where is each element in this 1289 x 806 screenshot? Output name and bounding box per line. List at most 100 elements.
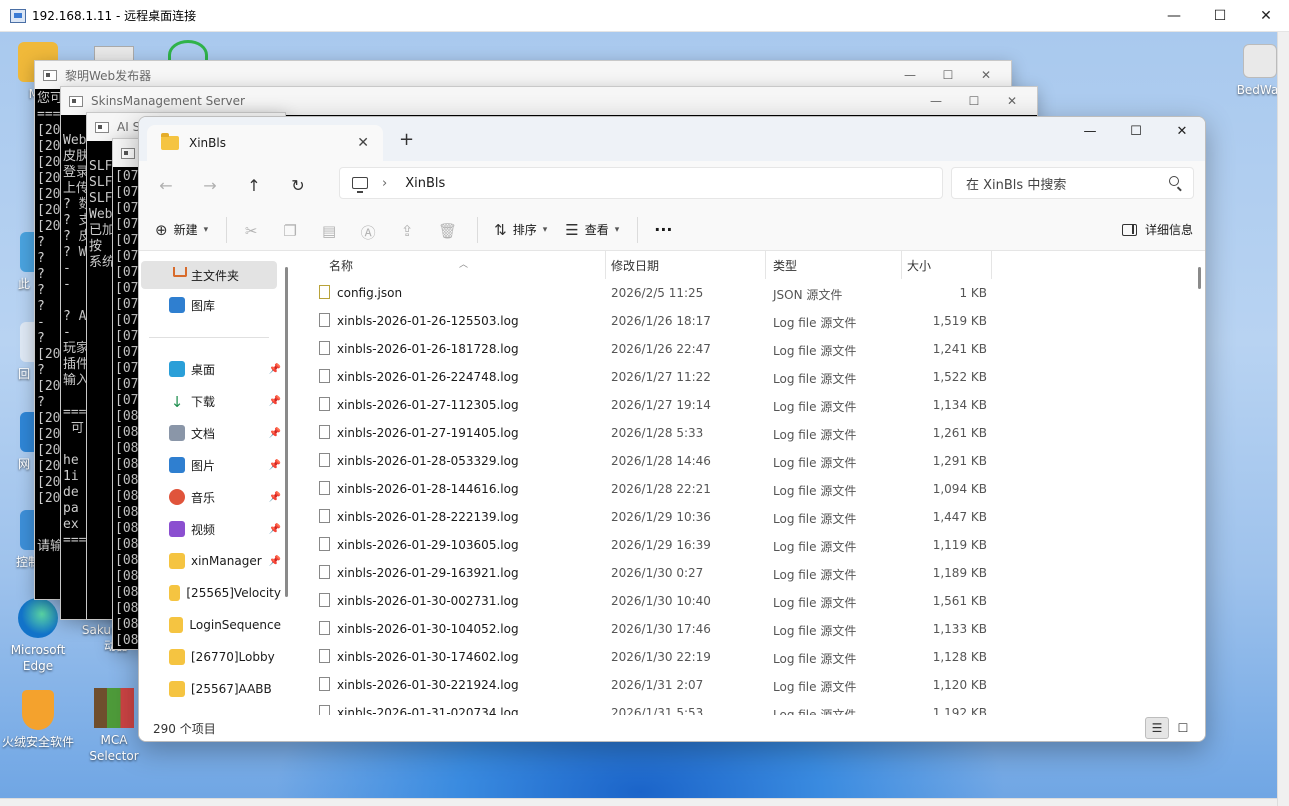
- address-bar[interactable]: › XinBls: [339, 167, 943, 199]
- file-size: 1,120 KB: [932, 678, 987, 692]
- file-list-scrollbar[interactable]: [1198, 267, 1201, 289]
- sidebar-item-home[interactable]: 主文件夹: [141, 261, 277, 289]
- file-size: 1,561 KB: [932, 594, 987, 608]
- sidebar-item-documents[interactable]: 文档 📌: [169, 419, 281, 447]
- column-divider[interactable]: [991, 251, 992, 279]
- file-size: 1,128 KB: [932, 650, 987, 664]
- search-input[interactable]: 在 XinBls 中搜索: [951, 167, 1194, 199]
- close-icon[interactable]: ✕: [1243, 0, 1289, 32]
- rdp-horizontal-scrollbar[interactable]: [0, 798, 1277, 806]
- desktop-icon-huorong[interactable]: 火绒安全软件: [0, 690, 76, 750]
- file-row[interactable]: xinbls-2026-01-26-125503.log 2026/1/26 18…: [297, 307, 1177, 335]
- refresh-icon[interactable]: ↻: [281, 168, 315, 202]
- pin-icon[interactable]: 📌: [269, 460, 281, 471]
- tiles-view-icon[interactable]: ☐: [1171, 717, 1195, 739]
- pin-icon[interactable]: 📌: [269, 428, 281, 439]
- maximize-icon[interactable]: ☐: [1197, 0, 1243, 32]
- file-row[interactable]: xinbls-2026-01-29-103605.log 2026/1/29 16…: [297, 531, 1177, 559]
- rdp-window-title: 192.168.1.11 - 远程桌面连接: [32, 9, 197, 23]
- file-type: Log file 源文件: [773, 708, 857, 715]
- sidebar-item-folder[interactable]: [26770]Lobby: [169, 643, 281, 671]
- file-date: 2026/1/28 14:46: [611, 454, 711, 468]
- maximize-icon[interactable]: ☐: [955, 87, 993, 115]
- sidebar-item-folder[interactable]: [25567]AABB: [169, 675, 281, 703]
- sidebar-scrollbar[interactable]: [285, 267, 288, 597]
- maximize-icon[interactable]: ☐: [1113, 117, 1159, 145]
- sidebar-item-downloads[interactable]: ↓ 下载 📌: [169, 387, 281, 415]
- close-icon[interactable]: ✕: [1159, 117, 1205, 145]
- back-icon[interactable]: ←: [149, 168, 183, 202]
- column-divider[interactable]: [765, 251, 766, 279]
- file-row[interactable]: xinbls-2026-01-30-221924.log 2026/1/31 2:…: [297, 671, 1177, 699]
- close-tab-icon[interactable]: ✕: [357, 135, 369, 151]
- file-row[interactable]: xinbls-2026-01-31-020734.log 2026/1/31 5:…: [297, 699, 1177, 715]
- sidebar-item-desktop[interactable]: 桌面 📌: [169, 355, 281, 383]
- console-title: SkinsManagement Server: [91, 94, 245, 108]
- pin-icon[interactable]: 📌: [269, 396, 281, 407]
- file-row[interactable]: xinbls-2026-01-30-104052.log 2026/1/30 17…: [297, 615, 1177, 643]
- delete-icon[interactable]: 🗑: [438, 222, 457, 240]
- minimize-icon[interactable]: —: [1151, 0, 1197, 32]
- file-row[interactable]: xinbls-2026-01-26-224748.log 2026/1/27 11…: [297, 363, 1177, 391]
- sidebar-item-videos[interactable]: 视频 📌: [169, 515, 281, 543]
- view-button[interactable]: ☰ 查看 ▾: [565, 221, 619, 239]
- paste-icon[interactable]: ▤: [321, 222, 337, 240]
- new-tab-icon[interactable]: +: [399, 129, 414, 150]
- file-row[interactable]: xinbls-2026-01-27-191405.log 2026/1/28 5:…: [297, 419, 1177, 447]
- file-row[interactable]: xinbls-2026-01-30-174602.log 2026/1/30 22…: [297, 643, 1177, 671]
- copy-icon[interactable]: ❐: [282, 222, 298, 240]
- new-button[interactable]: ⊕ 新建 ▾: [155, 221, 208, 239]
- column-header-size[interactable]: 大小: [907, 257, 931, 274]
- forward-icon[interactable]: →: [193, 168, 227, 202]
- column-header-date[interactable]: 修改日期: [611, 257, 659, 274]
- sidebar-item-folder[interactable]: LoginSequence: [169, 611, 281, 639]
- divider: [637, 216, 639, 243]
- minimize-icon[interactable]: —: [891, 61, 929, 89]
- maximize-icon[interactable]: ☐: [929, 61, 967, 89]
- file-size: 1,522 KB: [932, 370, 987, 384]
- close-icon[interactable]: ✕: [993, 87, 1031, 115]
- pin-icon[interactable]: 📌: [269, 556, 281, 567]
- log-file-icon: [319, 621, 330, 635]
- column-divider[interactable]: [605, 251, 606, 279]
- sidebar-item-music[interactable]: 音乐 📌: [169, 483, 281, 511]
- pin-icon[interactable]: 📌: [269, 492, 281, 503]
- details-pane-button[interactable]: 详细信息: [1121, 221, 1193, 238]
- file-row[interactable]: config.json 2026/2/5 11:25 JSON 源文件 1 KB: [297, 279, 1177, 307]
- column-header-name[interactable]: 名称: [329, 257, 353, 274]
- pin-icon[interactable]: 📌: [269, 364, 281, 375]
- explorer-window-controls: — ☐ ✕: [1067, 117, 1205, 145]
- tab-title: XinBls: [189, 136, 226, 150]
- file-row[interactable]: xinbls-2026-01-29-163921.log 2026/1/30 0:…: [297, 559, 1177, 587]
- file-row[interactable]: xinbls-2026-01-26-181728.log 2026/1/26 22…: [297, 335, 1177, 363]
- close-icon[interactable]: ✕: [967, 61, 1005, 89]
- minimize-icon[interactable]: —: [917, 87, 955, 115]
- sidebar-label: 视频: [191, 522, 216, 537]
- sidebar-item-xinmanager[interactable]: xinManager 📌: [169, 547, 281, 575]
- sidebar-item-pictures[interactable]: 图片 📌: [169, 451, 281, 479]
- tab-xinbls[interactable]: XinBls ✕: [147, 125, 383, 161]
- rdp-vertical-scrollbar[interactable]: [1277, 32, 1289, 806]
- sort-button[interactable]: ⇅ 排序 ▾: [494, 221, 547, 239]
- file-row[interactable]: xinbls-2026-01-27-112305.log 2026/1/27 19…: [297, 391, 1177, 419]
- details-view-icon[interactable]: ☰: [1145, 717, 1169, 739]
- file-row[interactable]: xinbls-2026-01-30-002731.log 2026/1/30 10…: [297, 587, 1177, 615]
- sidebar-item-gallery[interactable]: 图库: [169, 291, 281, 319]
- column-divider[interactable]: [901, 251, 902, 279]
- minimize-icon[interactable]: —: [1067, 117, 1113, 145]
- pin-icon[interactable]: 📌: [269, 524, 281, 535]
- view-label: 查看: [584, 223, 609, 237]
- file-row[interactable]: xinbls-2026-01-28-222139.log 2026/1/29 10…: [297, 503, 1177, 531]
- share-icon[interactable]: ⇪: [399, 222, 415, 240]
- rename-icon[interactable]: Ⓐ: [360, 222, 376, 242]
- sidebar-label: [26770]Lobby: [191, 650, 275, 664]
- more-options-button[interactable]: ···: [654, 220, 672, 239]
- file-row[interactable]: xinbls-2026-01-28-053329.log 2026/1/28 14…: [297, 447, 1177, 475]
- desktop-icon-bedwar[interactable]: BedWar: [1222, 44, 1277, 98]
- cut-icon[interactable]: ✂: [243, 222, 259, 240]
- file-type: Log file 源文件: [773, 568, 857, 582]
- sidebar-item-folder[interactable]: [25565]Velocity: [169, 579, 281, 607]
- file-row[interactable]: xinbls-2026-01-28-144616.log 2026/1/28 22…: [297, 475, 1177, 503]
- column-header-type[interactable]: 类型: [773, 257, 797, 274]
- up-icon[interactable]: ↑: [237, 168, 271, 202]
